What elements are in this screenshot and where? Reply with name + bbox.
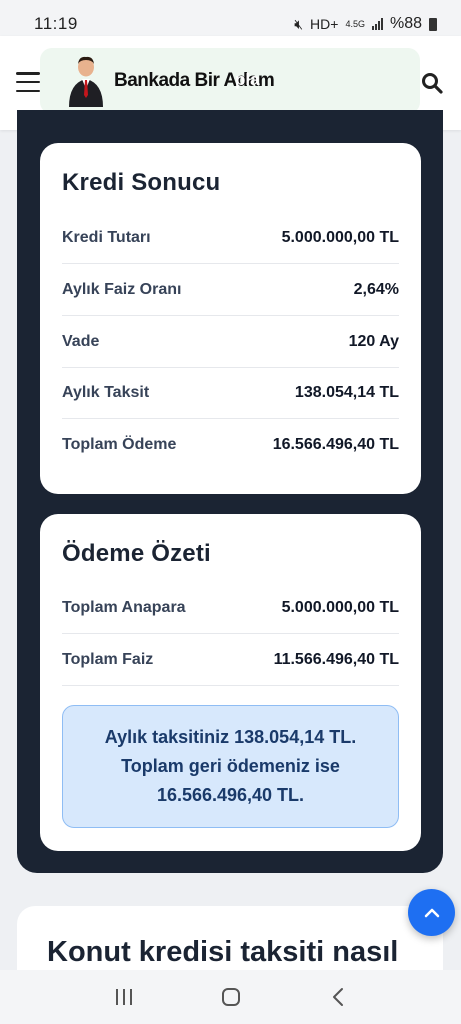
signal-icon [371,18,383,30]
row-label: Toplam Ödeme [62,436,177,453]
recent-apps-icon [115,989,132,1005]
summary-row-principal: Toplam Anapara 5.000.000,00 TL [62,582,399,634]
mute-icon: 🔇︎ [294,15,304,32]
search-icon[interactable] [421,72,443,94]
scroll-to-top-button[interactable] [408,889,455,936]
loan-result-title: Kredi Sonucu [62,169,221,196]
network-icon: 4.5G [345,19,365,29]
row-value: 2,64% [353,280,399,298]
row-value: 5.000.000,00 TL [281,598,399,616]
payment-summary-title: Ödeme Özeti [62,540,211,567]
row-label: Aylık Taksit [62,383,150,401]
home-icon [221,988,240,1006]
status-icons: 🔇︎ HD+ 4.5G %88 [294,15,437,33]
row-label: Toplam Anapara [62,598,186,616]
status-time: 11:19 [34,14,78,33]
loan-result-card: Kredi Sonucu Kredi Tutarı 5.000.000,00 T… [40,143,421,494]
result-row-monthly-payment: Aylık Taksit 138.054,14 TL [62,367,399,419]
hd-icon: HD+ [310,16,339,32]
row-value: 11.566.496,40 TL [273,650,399,668]
row-value: 120 Ay [348,332,399,350]
result-row-term: Vade 120 Ay [62,316,399,368]
summary-line: 16.566.496,40 TL. [156,785,305,805]
article-heading: Konut kredisi taksiti nasıl [47,936,399,968]
home-button[interactable] [211,977,251,1017]
site-logo[interactable]: pla Bankada Bir Adam [40,48,420,114]
battery-icon [429,17,437,31]
summary-message-box: Aylık taksitiniz 138.054,14 TL. Toplam g… [62,705,399,828]
back-button[interactable] [318,977,358,1017]
row-label: Vade [62,332,100,350]
result-row-interest-rate: Aylık Faiz Oranı 2,64% [62,264,399,316]
hamburger-icon[interactable] [16,72,40,92]
row-value: 5.000.000,00 TL [281,228,399,246]
result-row-total-payment: Toplam Ödeme 16.566.496,40 TL [62,419,399,471]
chevron-up-icon [424,908,439,917]
battery-percentage: %88 [389,15,422,32]
back-icon [332,988,343,1006]
payment-summary-card: Ödeme Özeti Toplam Anapara 5.000.000,00 … [40,514,421,851]
businessman-avatar-icon [69,56,103,107]
recent-apps-button[interactable] [104,977,144,1017]
system-navigation-bar [0,970,461,1024]
summary-line: Aylık taksitiniz 138.054,14 TL. [104,727,357,747]
row-label: Aylık Faiz Oranı [62,280,182,298]
row-value: 16.566.496,40 TL [272,436,399,453]
summary-line: Toplam geri ödemeniz ise [121,756,340,776]
logo-background-word: pla [235,70,260,89]
row-value: 138.054,14 TL [294,383,399,401]
result-row-loan-amount: Kredi Tutarı 5.000.000,00 TL [62,212,399,264]
row-label: Toplam Faiz [62,650,154,668]
row-label: Kredi Tutarı [62,228,151,246]
summary-row-interest: Toplam Faiz 11.566.496,40 TL [62,634,399,686]
